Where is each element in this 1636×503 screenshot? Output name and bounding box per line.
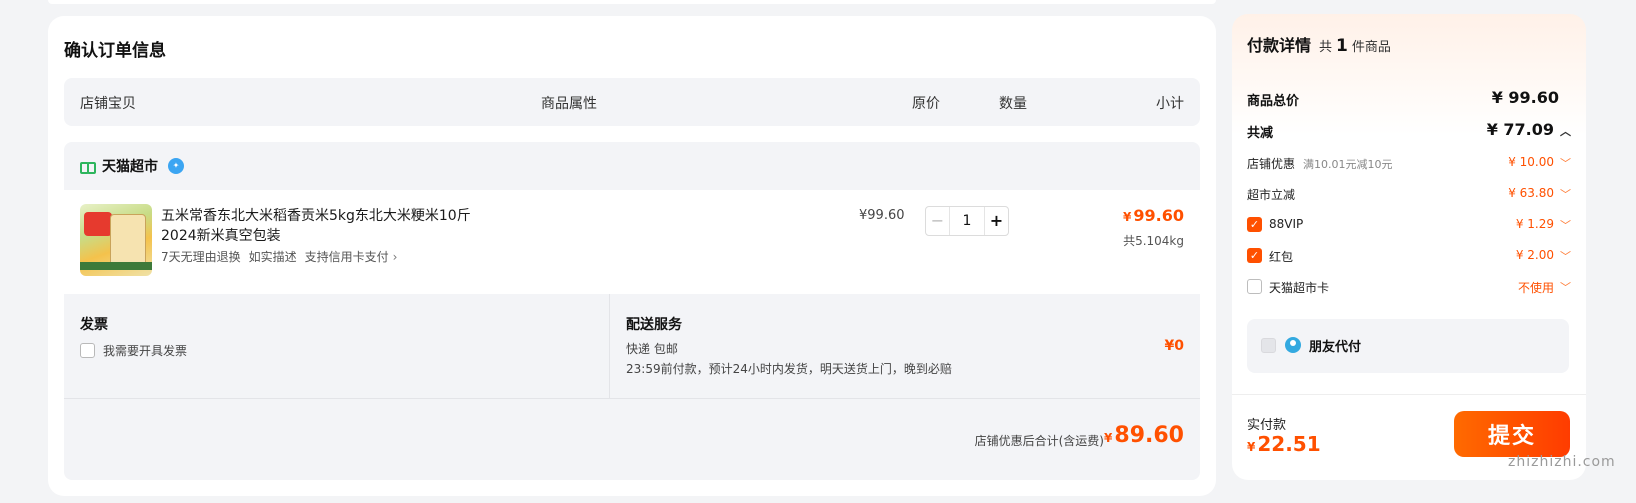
order-card: 确认订单信息 店铺宝贝 商品属性 原价 数量 小计 天猫超市 ✦ 五米常香东北大… <box>48 16 1216 496</box>
friend-pay-checkbox[interactable] <box>1261 338 1276 353</box>
previous-card-edge <box>48 0 1216 4</box>
product-tags: 7天无理由退换 如实描述 支持信用卡支付 › <box>161 248 397 265</box>
actual-pay-amount: 22.51 <box>1257 432 1321 456</box>
discount-value[interactable]: ¥ 77.09 ︿ <box>1487 120 1571 139</box>
tag-credit-card[interactable]: 支持信用卡支付 <box>305 248 389 265</box>
order-title: 确认订单信息 <box>64 41 166 61</box>
column-shop-item: 店铺宝贝 <box>80 96 136 112</box>
item-weight: 共5.104kg <box>1123 234 1184 248</box>
discount-row[interactable]: 共减 ¥ 77.09 ︿ <box>1247 120 1571 142</box>
product-image-band <box>80 262 152 270</box>
payment-panel: 付款详情 共 1 件商品 商品总价 ¥ 99.60 共减 ¥ 77.09 ︿ 店铺… <box>1232 14 1586 480</box>
tag-as-described: 如实描述 <box>248 250 297 264</box>
redpacket-label: 红包 <box>1269 250 1294 264</box>
market-card-label: 天猫超市卡 <box>1269 281 1330 295</box>
discount-amount: ¥ 77.09 <box>1486 120 1554 139</box>
item-orig-price: ¥99.60 <box>859 208 905 223</box>
item-count: 1 <box>1336 36 1348 56</box>
shop-header: 天猫超市 ✦ <box>80 156 184 176</box>
total-price-label: 商品总价 <box>1247 94 1300 109</box>
friend-avatar-icon <box>1285 337 1301 353</box>
shop-name[interactable]: 天猫超市 <box>102 156 158 176</box>
yen-sign: ¥ <box>1247 440 1256 454</box>
redpacket-checkbox[interactable]: ✓ <box>1247 248 1262 263</box>
shop-total-row: 店铺优惠后合计(含运费) ¥89.60 <box>64 398 1200 480</box>
chevron-down-icon[interactable]: ﹀ <box>1560 186 1571 202</box>
delivery-title: 配送服务 <box>626 317 682 333</box>
invoice-checkbox-box[interactable] <box>80 343 95 358</box>
total-price-row: 商品总价 ¥ 99.60 <box>1247 88 1571 110</box>
product-title[interactable]: 五米常香东北大米稻香贡米5kg东北大米粳米10斤2024新米真空包装 <box>161 206 501 246</box>
friend-pay-label: 朋友代付 <box>1309 340 1362 355</box>
shop-discount-row[interactable]: 店铺优惠 满10.01元减10元 ¥ 10.00 ﹀ <box>1247 152 1571 174</box>
chevron-right-icon[interactable]: › <box>393 250 398 264</box>
market-card-row[interactable]: 天猫超市卡 不使用 ﹀ <box>1247 276 1571 298</box>
chevron-down-icon[interactable]: ﹀ <box>1560 155 1571 171</box>
shop-discount-value: ¥ 10.00 <box>1508 155 1554 169</box>
discount-label: 共减 <box>1247 126 1274 141</box>
tag-return: 7天无理由退换 <box>161 250 241 264</box>
market-cut-value: ¥ 63.80 <box>1508 186 1554 200</box>
total-price-value: ¥ 99.60 <box>1491 88 1559 107</box>
shop-badge-icon: ✦ <box>168 158 184 174</box>
friend-pay-option[interactable]: 朋友代付 <box>1247 319 1569 373</box>
column-quantity: 数量 <box>999 96 1027 112</box>
shop-discount-note: 满10.01元减10元 <box>1303 158 1393 171</box>
product-image[interactable] <box>80 204 152 276</box>
market-card-value: 不使用 <box>1517 281 1554 295</box>
item-subtotal: ¥99.60 <box>1123 206 1184 225</box>
quantity-input[interactable] <box>950 207 984 235</box>
invoice-checkbox-label: 我需要开具发票 <box>103 344 188 358</box>
product-image-bag <box>110 214 146 266</box>
tmall-logo-icon <box>80 160 96 174</box>
shop-discount-label: 店铺优惠 满10.01元减10元 <box>1247 155 1393 172</box>
delivery-description: 23:59前付款，预计24小时内发货，明天送货上门，晚到必赔 <box>626 362 952 376</box>
chevron-down-icon[interactable]: ﹀ <box>1560 217 1571 233</box>
shop-block: 天猫超市 ✦ 五米常香东北大米稻香贡米5kg东北大米粳米10斤2024新米真空包… <box>64 142 1200 480</box>
chevron-down-icon[interactable]: ﹀ <box>1560 248 1571 264</box>
vip-label: 88VIP <box>1269 217 1304 231</box>
delivery-section: 配送服务 快递 包邮 23:59前付款，预计24小时内发货，明天送货上门，晚到必… <box>609 294 1200 398</box>
item-row: 五米常香东北大米稻香贡米5kg东北大米粳米10斤2024新米真空包装 7天无理由… <box>64 190 1200 294</box>
actual-pay-value: ¥22.51 <box>1247 432 1321 456</box>
vip-checkbox[interactable]: ✓ <box>1247 217 1262 232</box>
divider <box>1232 394 1586 395</box>
redpacket-value: ¥ 2.00 <box>1515 248 1554 262</box>
column-attributes: 商品属性 <box>541 96 597 112</box>
market-cut-row[interactable]: 超市立减 ¥ 63.80 ﹀ <box>1247 183 1571 205</box>
item-count-suffix: 件商品 <box>1351 40 1391 55</box>
quantity-stepper: − + <box>925 206 1009 236</box>
actual-pay-label: 实付款 <box>1247 418 1287 433</box>
item-count-prefix: 共 <box>1319 40 1333 55</box>
chevron-down-icon[interactable]: ﹀ <box>1560 279 1571 295</box>
table-header: 店铺宝贝 商品属性 原价 数量 小计 <box>64 78 1200 126</box>
chevron-up-icon[interactable]: ︿ <box>1560 125 1571 138</box>
yen-sign: ¥ <box>1104 431 1113 445</box>
invoice-checkbox[interactable]: 我需要开具发票 <box>80 342 187 359</box>
shop-total-label: 店铺优惠后合计(含运费) <box>974 434 1104 448</box>
yen-sign: ¥ <box>1123 210 1132 224</box>
payment-title: 付款详情 共 1 件商品 <box>1247 32 1391 56</box>
redpacket-row[interactable]: ✓ 红包 ¥ 2.00 ﹀ <box>1247 245 1571 267</box>
watermark: zhizhizhi.com <box>1508 454 1616 470</box>
submit-order-button[interactable]: 提交 <box>1454 411 1570 457</box>
shop-discount-label-text: 店铺优惠 <box>1247 157 1296 171</box>
invoice-title: 发票 <box>80 317 108 333</box>
delivery-method: 快递 包邮 <box>626 342 678 356</box>
column-subtotal: 小计 <box>1156 96 1184 112</box>
invoice-section: 发票 我需要开具发票 <box>64 294 608 398</box>
delivery-fee: ¥0 <box>1164 338 1184 354</box>
market-cut-label: 超市立减 <box>1247 188 1296 202</box>
market-card-checkbox[interactable] <box>1247 279 1262 294</box>
product-image-label <box>84 212 112 236</box>
shop-total-amount: 89.60 <box>1114 423 1184 448</box>
column-orig-price: 原价 <box>912 96 940 112</box>
vip-value: ¥ 1.29 <box>1515 217 1554 231</box>
item-subtotal-value: 99.60 <box>1133 206 1184 225</box>
quantity-increase-button[interactable]: + <box>984 207 1008 235</box>
payment-title-text: 付款详情 <box>1247 36 1312 55</box>
quantity-decrease-button[interactable]: − <box>926 207 950 235</box>
vip-row[interactable]: ✓ 88VIP ¥ 1.29 ﹀ <box>1247 214 1571 236</box>
shop-total-value: ¥89.60 <box>1104 423 1184 448</box>
